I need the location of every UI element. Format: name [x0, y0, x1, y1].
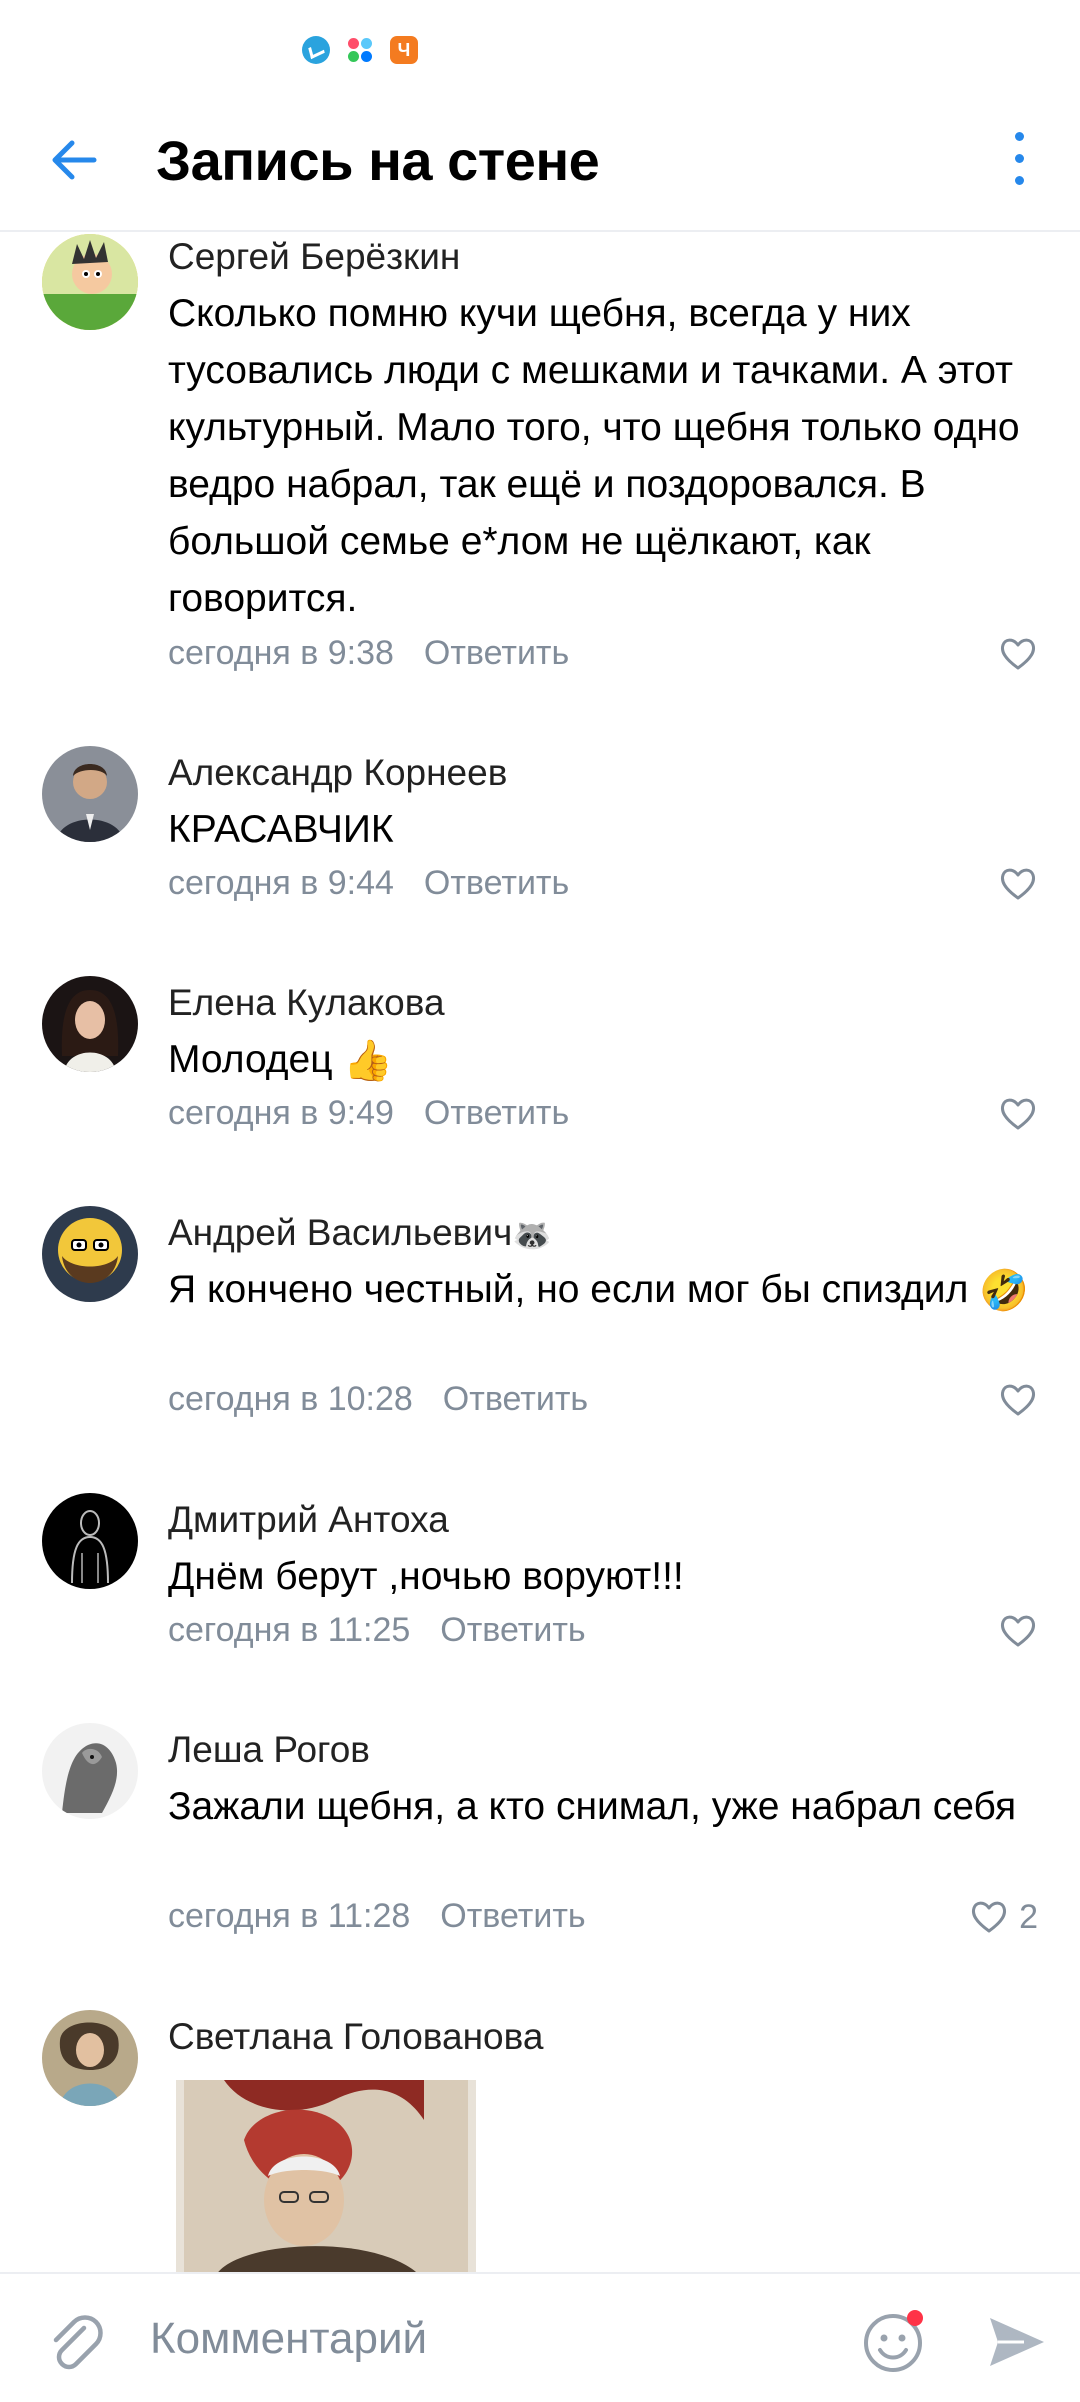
top-app-bar: Запись на стене — [0, 100, 1080, 232]
like-button[interactable] — [998, 1094, 1038, 1134]
comment-author[interactable]: Андрей Васильевич🦝 — [168, 1212, 552, 1254]
comment-time: сегодня в 9:44 — [168, 864, 394, 902]
send-icon[interactable] — [984, 2310, 1048, 2374]
comment-image-attachment[interactable] — [176, 2080, 476, 2280]
comment-author[interactable]: Сергей Берёзкин — [168, 236, 460, 278]
emoji-icon[interactable] — [862, 2308, 928, 2374]
heart-icon — [1000, 638, 1036, 670]
status-bar: Ч — [0, 0, 1080, 100]
reply-button[interactable]: Ответить — [440, 1897, 585, 1935]
comment-text: Сколько помню кучи щебня, всегда у них т… — [168, 292, 1020, 620]
notification-icons: Ч — [302, 36, 418, 64]
comment-meta: сегодня в 9:49 Ответить — [168, 1094, 569, 1133]
comment-meta: сегодня в 11:25 Ответить — [168, 1611, 586, 1650]
reply-button[interactable]: Ответить — [424, 864, 569, 902]
comment-time: сегодня в 9:49 — [168, 1094, 394, 1132]
page-title: Запись на стене — [156, 129, 600, 192]
comment-input-bar: Комментарий — [0, 2272, 1080, 2402]
comment-author[interactable]: Елена Кулакова — [168, 982, 445, 1024]
heart-icon — [1000, 868, 1036, 900]
heart-icon — [972, 1901, 1007, 1933]
comment-text-content: Молодец — [168, 1038, 333, 1081]
like-button[interactable] — [998, 634, 1038, 674]
reply-button[interactable]: Ответить — [443, 1380, 588, 1418]
comment-time: сегодня в 10:28 — [168, 1380, 413, 1418]
comment-text: Я кончено честный, но если мог бы спизди… — [168, 1261, 1048, 1320]
heart-icon — [1000, 1615, 1036, 1647]
comment-meta: сегодня в 10:28 Ответить — [168, 1380, 588, 1419]
comment-author[interactable]: Дмитрий Антоха — [168, 1499, 449, 1541]
comment-text: Зажали щебня, а кто снимал, уже набрал с… — [168, 1785, 1017, 1828]
raccoon-emoji: 🦝 — [512, 1217, 553, 1254]
comment-author[interactable]: Светлана Голованова — [168, 2016, 543, 2058]
comment-author[interactable]: Леша Рогов — [168, 1729, 370, 1771]
more-options-icon[interactable] — [1000, 128, 1040, 192]
reply-button[interactable]: Ответить — [440, 1611, 585, 1649]
like-button[interactable] — [998, 864, 1038, 904]
avatar[interactable] — [42, 746, 138, 842]
like-button[interactable] — [998, 1611, 1038, 1651]
comment-author-name: Андрей Васильевич — [168, 1212, 513, 1253]
comment-author[interactable]: Александр Корнеев — [168, 752, 507, 794]
app-dots-icon — [346, 36, 374, 64]
comment-text: Молодец 👍 — [168, 1031, 1048, 1090]
back-arrow-icon[interactable] — [44, 130, 104, 190]
comment-meta: сегодня в 9:44 Ответить — [168, 864, 569, 903]
comment-time: сегодня в 11:28 — [168, 1897, 411, 1935]
reply-button[interactable]: Ответить — [424, 634, 569, 672]
like-button[interactable] — [998, 1380, 1038, 1420]
comment-text: Днём берут ,ночью воруют!!! — [168, 1555, 684, 1598]
attachment-icon[interactable] — [42, 2310, 106, 2374]
like-count: 2 — [1019, 1897, 1038, 1936]
thumbs-up-emoji: 👍 — [343, 1039, 394, 1084]
avatar[interactable] — [42, 1206, 138, 1302]
avatar[interactable] — [42, 976, 138, 1072]
comment-text: КРАСАВЧИК — [168, 808, 394, 851]
comment-meta: сегодня в 9:38 Ответить — [168, 634, 569, 673]
like-button[interactable]: 2 — [969, 1897, 1038, 1937]
heart-icon — [1000, 1098, 1036, 1130]
comment-text-content: Я кончено честный, но если мог бы спизди… — [168, 1268, 969, 1311]
app-badge-icon: Ч — [390, 36, 418, 64]
telegram-icon — [302, 36, 330, 64]
reply-button[interactable]: Ответить — [424, 1094, 569, 1132]
comment-time: сегодня в 11:25 — [168, 1611, 411, 1649]
avatar[interactable] — [42, 2010, 138, 2106]
rofl-emoji: 🤣 — [979, 1269, 1029, 1314]
avatar[interactable] — [42, 234, 138, 330]
heart-icon — [1000, 1384, 1036, 1416]
comment-time: сегодня в 9:38 — [168, 634, 394, 672]
comment-input[interactable]: Комментарий — [150, 2314, 427, 2364]
avatar[interactable] — [42, 1493, 138, 1589]
avatar[interactable] — [42, 1723, 138, 1819]
comment-meta: сегодня в 11:28 Ответить — [168, 1897, 586, 1936]
